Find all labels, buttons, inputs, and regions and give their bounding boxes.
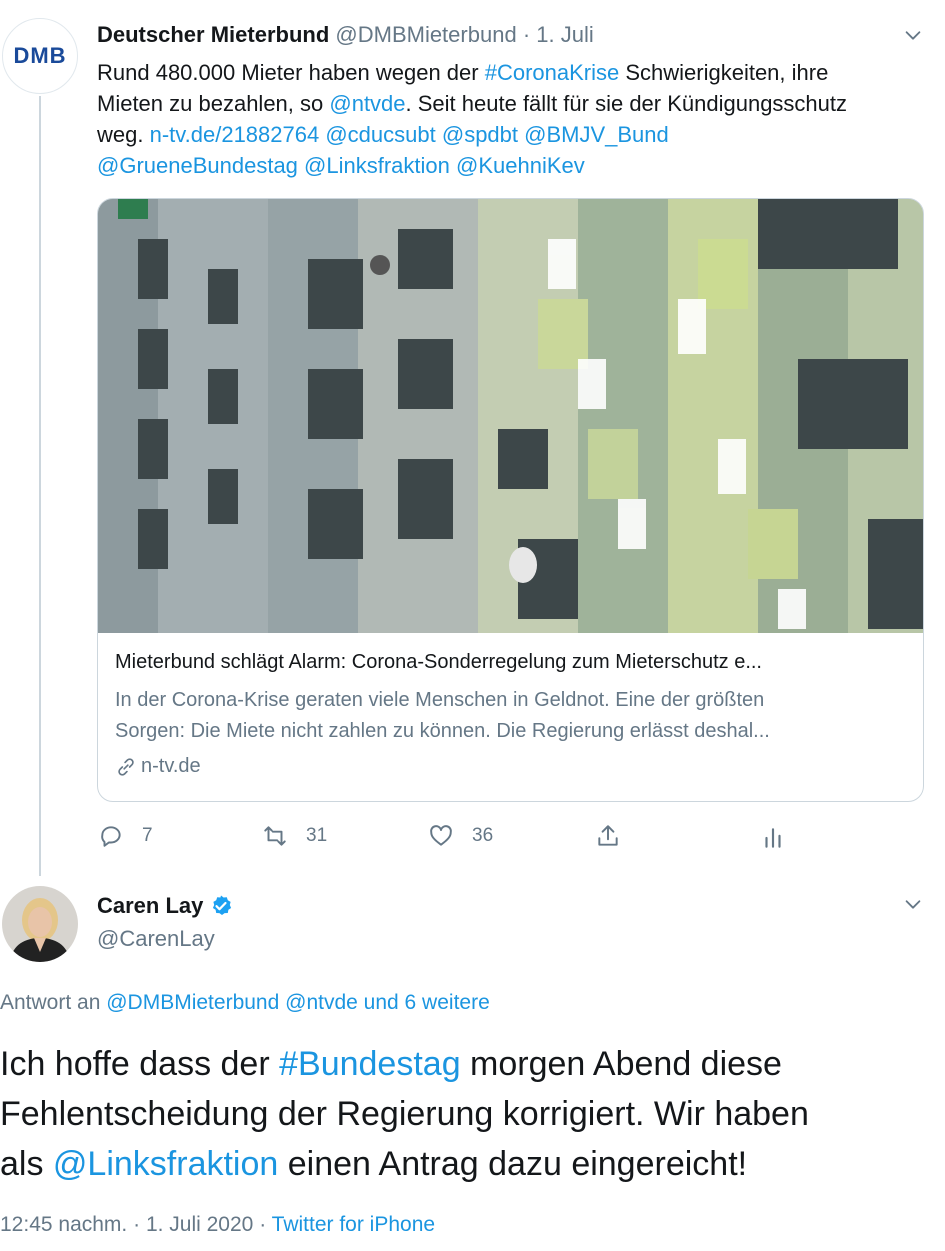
card-description-line2: Sorgen: Die Miete nicht zahlen zu können… [115, 720, 770, 742]
profile-photo [2, 886, 78, 962]
chevron-down-icon[interactable] [902, 893, 924, 915]
mention-bmjv[interactable]: @BMJV_Bund [524, 122, 669, 147]
heart-icon [430, 825, 452, 846]
tweet-text-line2: Mieten zu bezahlen, so @ntvde. Seit heut… [97, 88, 927, 119]
author-name[interactable]: Deutscher Mieterbund [97, 22, 329, 47]
text-segment: Schwierigkeiten, ihre [619, 60, 829, 85]
reply-author-handle[interactable]: @CarenLay [97, 926, 215, 951]
text-segment: als [0, 1145, 53, 1183]
mention-ntvde[interactable]: @ntvde [329, 91, 405, 116]
reply-tweet-text: Ich hoffe dass der #Bundestag morgen Abe… [0, 1039, 940, 1189]
hashtag-coronakrise[interactable]: #CoronaKrise [485, 60, 620, 85]
tweet-text-line3: weg. n-tv.de/21882764 @cducsubt @spdbt @… [97, 119, 927, 150]
dmb-logo-text: DMB [13, 43, 67, 68]
text-segment: . Seit heute fällt für sie der Kündigung… [405, 91, 848, 116]
text-segment: morgen Abend diese [460, 1045, 782, 1083]
tweet-text-line1: Rund 480.000 Mieter haben wegen der #Cor… [97, 57, 927, 88]
card-domain: n-tv.de [115, 755, 201, 778]
tweet-meta: 12:45 nachm. · 1. Juli 2020 · Twitter fo… [0, 1213, 435, 1237]
meta-separator: · [127, 1213, 146, 1236]
tweet-full-date[interactable]: 1. Juli 2020 [146, 1213, 253, 1236]
verified-badge-icon [213, 895, 232, 915]
mention-gruene[interactable]: @GrueneBundestag [97, 153, 298, 178]
link-ntv[interactable]: n-tv.de/21882764 [150, 122, 320, 147]
separator: · [522, 22, 531, 47]
mention-dmbmieterbund[interactable]: @DMBMieterbund [106, 991, 279, 1014]
chevron-down-icon[interactable] [902, 24, 924, 46]
card-description-line1: In der Corona-Krise geraten viele Mensch… [115, 689, 765, 711]
tweet-time[interactable]: 12:45 nachm. [0, 1213, 127, 1236]
tweet-header: Deutscher Mieterbund @DMBMieterbund · 1.… [97, 20, 594, 50]
like-count: 36 [472, 825, 494, 846]
tweet-date[interactable]: 1. Juli [536, 22, 593, 47]
reply-header-name: Caren Lay [97, 891, 233, 921]
analytics-button[interactable] [760, 825, 786, 851]
reply-to-line: Antwort an @DMBMieterbund @ntvde und 6 w… [0, 991, 490, 1015]
mention-ntvde[interactable]: @ntvde [285, 991, 358, 1014]
text-segment: einen Antrag dazu eingereicht! [278, 1145, 748, 1183]
retweet-button[interactable]: 31 [262, 823, 327, 849]
mention-linksfraktion[interactable]: @Linksfraktion [304, 153, 450, 178]
card-description: In der Corona-Krise geraten viele Mensch… [115, 685, 905, 747]
reply-text-line3: als @Linksfraktion einen Antrag dazu ein… [0, 1139, 940, 1189]
reply-count: 7 [142, 825, 153, 846]
reply-to-prefix: Antwort an [0, 991, 107, 1014]
reply-button[interactable]: 7 [98, 823, 153, 849]
text-segment: Mieten zu bezahlen, so [97, 91, 330, 116]
mention-kuehnikev[interactable]: @KuehniKev [456, 153, 585, 178]
text-segment: weg. [97, 122, 150, 147]
link-card[interactable]: Mieterbund schlägt Alarm: Corona-Sonderr… [97, 198, 924, 802]
hashtag-bundestag[interactable]: #Bundestag [279, 1045, 461, 1083]
caren-lay-avatar[interactable] [2, 886, 78, 962]
share-icon [598, 825, 618, 846]
thread-line [39, 96, 41, 876]
tweet-text-line4: @GrueneBundestag @Linksfraktion @KuehniK… [97, 150, 927, 181]
share-button[interactable] [595, 823, 621, 849]
card-title[interactable]: Mieterbund schlägt Alarm: Corona-Sonderr… [115, 651, 762, 674]
retweet-icon [264, 826, 286, 846]
text-segment: Ich hoffe dass der [0, 1045, 280, 1083]
analytics-icon [765, 828, 781, 848]
meta-separator: · [253, 1213, 272, 1236]
reply-to-others[interactable]: und 6 weitere [364, 991, 490, 1014]
reply-author-name[interactable]: Caren Lay [97, 891, 203, 921]
author-handle[interactable]: @DMBMieterbund [335, 22, 516, 47]
tweet-source[interactable]: Twitter for iPhone [272, 1213, 435, 1236]
dmb-avatar[interactable]: DMB [2, 18, 78, 94]
mention-cducsubt[interactable]: @cducsubt [325, 122, 435, 147]
mention-spdbt[interactable]: @spdbt [442, 122, 518, 147]
reply-header-handle: @CarenLay [97, 924, 215, 954]
reply-text-line2: Fehlentscheidung der Regierung korrigier… [0, 1095, 809, 1133]
apartment-building-photo [98, 199, 923, 633]
like-button[interactable]: 36 [428, 823, 493, 849]
mention-linksfraktion[interactable]: @Linksfraktion [53, 1145, 278, 1183]
tweet-text: Rund 480.000 Mieter haben wegen der #Cor… [97, 57, 927, 181]
card-domain-text: n-tv.de [141, 755, 201, 777]
text-segment: Rund 480.000 Mieter haben wegen der [97, 60, 485, 85]
reply-icon [101, 826, 121, 847]
retweet-count: 31 [306, 825, 328, 846]
reply-text-line1: Ich hoffe dass der #Bundestag morgen Abe… [0, 1039, 940, 1089]
link-icon [118, 757, 134, 776]
